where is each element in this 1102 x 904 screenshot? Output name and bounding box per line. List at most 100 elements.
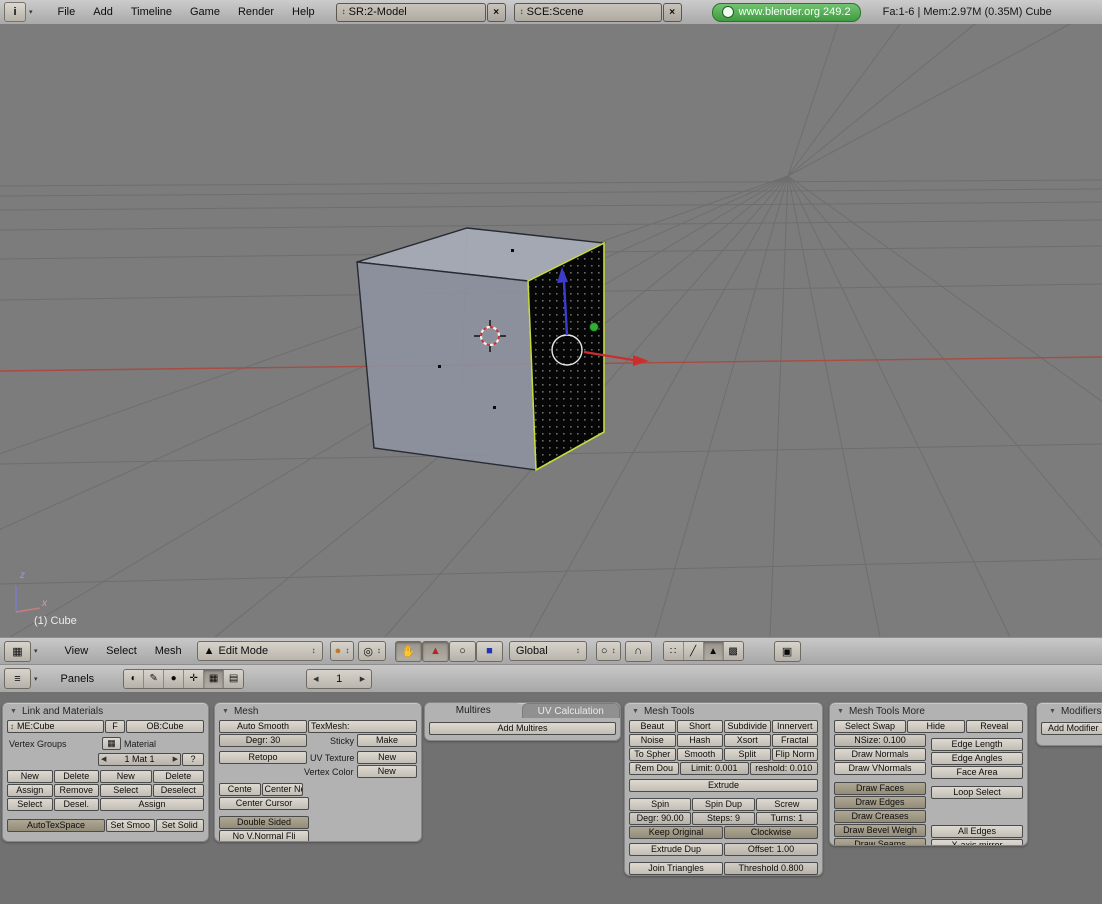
screen-selector[interactable]: ↕ SR:2-Model — [336, 3, 486, 22]
frame-number-field[interactable]: ◀ 1 ▶ — [306, 669, 372, 689]
panel-title[interactable]: Mesh — [234, 706, 258, 717]
editor-type-dropdown-icon[interactable]: ▾ — [34, 647, 38, 655]
split-button[interactable]: Split — [724, 748, 771, 761]
datablock-browse-icon[interactable]: ↕ — [10, 723, 14, 731]
extrude-button[interactable]: Extrude — [629, 779, 818, 792]
material-new-button[interactable]: New — [100, 770, 152, 783]
menu-game[interactable]: Game — [181, 6, 229, 18]
material-select-button[interactable]: Select — [100, 784, 152, 797]
render-preview-button[interactable]: ▣ — [774, 641, 801, 662]
menu-help[interactable]: Help — [283, 6, 324, 18]
panel-title[interactable]: Mesh Tools More — [849, 706, 925, 717]
spin-dup-button[interactable]: Spin Dup — [692, 798, 754, 811]
tab-uv-calculation[interactable]: UV Calculation — [522, 703, 621, 718]
draw-seams-toggle[interactable]: Draw Seams — [834, 838, 926, 846]
screen-close-button[interactable]: × — [487, 3, 506, 22]
context-scene-button[interactable]: ▤ — [224, 670, 243, 688]
mode-dropdown[interactable]: ▲ Edit Mode ↕ — [197, 641, 323, 661]
panel-title[interactable]: Mesh Tools — [644, 706, 694, 717]
draw-bevel-weights-toggle[interactable]: Draw Bevel Weigh — [834, 824, 926, 837]
panels-menu[interactable]: Panels — [52, 673, 104, 685]
screen-browse-icon[interactable]: ↕ — [342, 8, 346, 16]
draw-vnormals-toggle[interactable]: Draw VNormals — [834, 762, 926, 775]
auto-smooth-toggle[interactable]: Auto Smooth — [219, 720, 307, 733]
draw-edges-toggle[interactable]: Draw Edges — [834, 796, 926, 809]
to-sphere-button[interactable]: To Spher — [629, 748, 676, 761]
draw-type-dropdown[interactable]: ● ↕ — [330, 641, 355, 661]
material-assign-button[interactable]: Assign — [100, 798, 204, 811]
manipulator-y-handle[interactable] — [590, 323, 599, 332]
app-menu-dropdown-icon[interactable]: ▾ — [29, 8, 33, 16]
extrude-dup-button[interactable]: Extrude Dup — [629, 843, 723, 856]
panel-collapse-icon[interactable]: ▼ — [632, 708, 639, 715]
edge-select-mode-button[interactable]: ╱ — [684, 642, 704, 660]
xsort-button[interactable]: Xsort — [724, 734, 771, 747]
centre-button[interactable]: Cente — [219, 783, 261, 796]
cube-mesh[interactable] — [357, 228, 604, 470]
add-multires-button[interactable]: Add Multires — [429, 722, 616, 735]
buttons-editor-type-button[interactable]: ≡ — [4, 668, 31, 689]
panel-collapse-icon[interactable]: ▼ — [1049, 708, 1056, 715]
autotexspace-toggle[interactable]: AutoTexSpace — [7, 819, 105, 832]
auto-smooth-degrees-field[interactable]: Degr: 30 — [219, 734, 307, 747]
slot-next-icon[interactable]: ▶ — [173, 754, 178, 765]
smooth-button[interactable]: Smooth — [677, 748, 724, 761]
beauty-toggle[interactable]: Beaut — [629, 720, 676, 733]
context-shading-button[interactable]: ● — [164, 670, 184, 688]
frame-next-icon[interactable]: ▶ — [360, 675, 365, 683]
vgroup-new-button[interactable]: New — [7, 770, 53, 783]
spin-button[interactable]: Spin — [629, 798, 691, 811]
join-triangles-toggle[interactable]: Join Triangles — [629, 862, 723, 875]
panel-title[interactable]: Modifiers — [1061, 706, 1102, 717]
edge-angles-toggle[interactable]: Edge Angles — [931, 752, 1023, 765]
x-axis-mirror-toggle[interactable]: X-axis mirror — [931, 839, 1023, 846]
vertex-color-new-button[interactable]: New — [357, 765, 417, 778]
flip-normals-button[interactable]: Flip Norm — [772, 748, 819, 761]
scene-close-button[interactable]: × — [663, 3, 682, 22]
menu-select[interactable]: Select — [97, 645, 146, 657]
texmesh-field[interactable]: TexMesh: — [308, 720, 417, 733]
remove-doubles-button[interactable]: Rem Dou — [629, 762, 679, 775]
vgroup-select-button[interactable]: Select — [7, 798, 53, 811]
manipulator-rotate-button[interactable]: ○ — [449, 641, 476, 662]
app-logo-button[interactable]: i — [4, 2, 26, 22]
blender-org-link[interactable]: www.blender.org 249.2 — [712, 3, 861, 22]
scene-browse-icon[interactable]: ↕ — [520, 8, 524, 16]
keep-original-toggle[interactable]: Keep Original — [629, 826, 723, 839]
material-delete-button[interactable]: Delete — [153, 770, 205, 783]
vertex-dot[interactable] — [493, 406, 496, 409]
no-vnormal-flip-toggle[interactable]: No V.Normal Fli — [219, 830, 309, 842]
innervert-button[interactable]: Innervert — [772, 720, 819, 733]
object-name-field[interactable]: OB:Cube — [126, 720, 204, 733]
snap-button[interactable]: ∩ — [625, 641, 652, 662]
face-area-toggle[interactable]: Face Area — [931, 766, 1023, 779]
viewport-canvas[interactable] — [0, 24, 1102, 637]
panel-collapse-icon[interactable]: ▼ — [222, 708, 229, 715]
panel-collapse-icon[interactable]: ▼ — [837, 708, 844, 715]
panel-title[interactable]: Link and Materials — [22, 706, 103, 717]
scene-selector[interactable]: ↕ SCE:Scene — [514, 3, 662, 22]
threshold-field[interactable]: reshold: 0.010 — [750, 762, 819, 775]
manipulator-scale-button[interactable]: ■ — [476, 641, 503, 662]
material-help-button[interactable]: ? — [182, 753, 204, 766]
menu-timeline[interactable]: Timeline — [122, 6, 181, 18]
proportional-edit-dropdown[interactable]: ○ ↕ — [596, 641, 621, 661]
screw-button[interactable]: Screw — [756, 798, 818, 811]
set-smooth-button[interactable]: Set Smoo — [106, 819, 155, 832]
edge-length-toggle[interactable]: Edge Length — [931, 738, 1023, 751]
centre-cursor-button[interactable]: Center Cursor — [219, 797, 309, 810]
hide-button[interactable]: Hide — [907, 720, 965, 733]
select-swap-button[interactable]: Select Swap — [834, 720, 906, 733]
pivot-dropdown[interactable]: ◎ ↕ — [358, 641, 386, 661]
context-script-button[interactable]: ✎ — [144, 670, 164, 688]
draw-normals-toggle[interactable]: Draw Normals — [834, 748, 926, 761]
material-menu-button[interactable]: ▦ — [102, 737, 121, 750]
context-editing-button[interactable]: ▦ — [204, 670, 224, 688]
add-modifier-button[interactable]: Add Modifier — [1041, 722, 1102, 735]
context-object-button[interactable]: ✛ — [184, 670, 204, 688]
vgroup-remove-button[interactable]: Remove — [54, 784, 100, 797]
manipulator-toggle-button[interactable]: ✋ — [395, 641, 422, 662]
material-deselect-button[interactable]: Deselect — [153, 784, 205, 797]
menu-render[interactable]: Render — [229, 6, 283, 18]
orientation-dropdown[interactable]: Global ↕ — [509, 641, 587, 661]
